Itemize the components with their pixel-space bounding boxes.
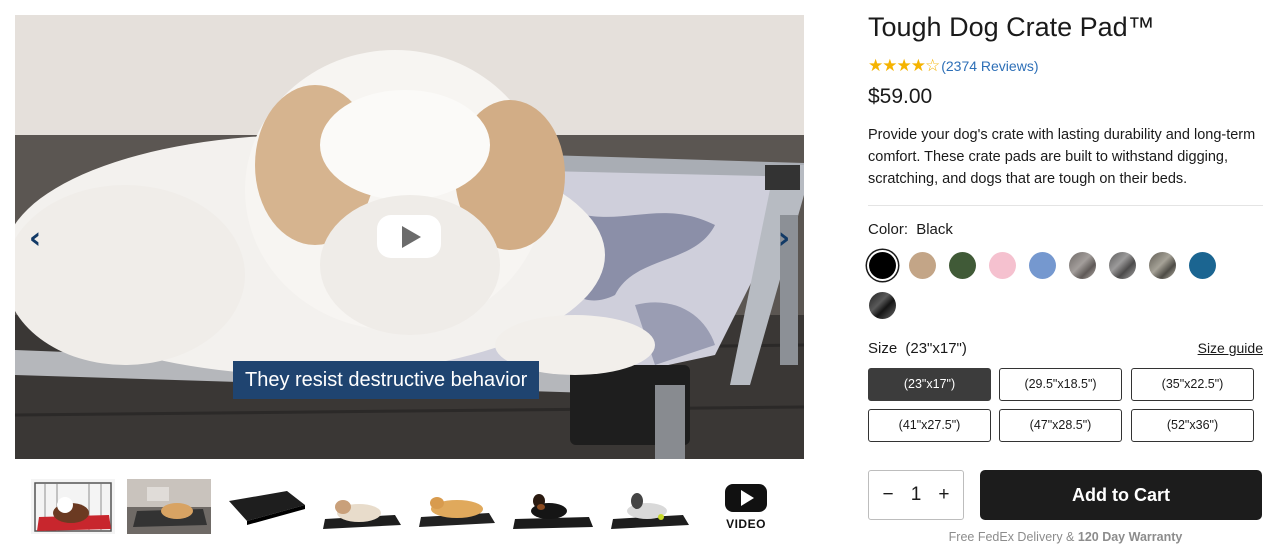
product-price: $59.00 [868,85,933,108]
thumbnail-4[interactable] [319,479,403,534]
quantity-increase-button[interactable]: + [935,484,953,506]
thumb-elevated-bed-image [127,479,211,534]
swatch-gray-camo[interactable] [1069,252,1096,279]
quantity-stepper: − 1 + [868,470,964,520]
video-label: VIDEO [726,517,766,531]
size-selector-label: Size (23"x17") Size guide [868,340,1263,357]
size-option-29-5x18-5[interactable]: (29.5"x18.5") [999,368,1122,401]
swatch-teal[interactable] [1189,252,1216,279]
thumb-black-pad-image [223,479,307,534]
thumbnail-1[interactable] [31,479,115,534]
reviews-link[interactable]: (2374 Reviews) [941,58,1038,74]
quantity-value[interactable]: 1 [911,484,922,506]
add-to-cart-button[interactable]: Add to Cart [980,470,1262,520]
video-play-icon [725,484,767,512]
size-option-52x36[interactable]: (52"x36") [1131,409,1254,442]
play-icon [401,225,421,248]
product-rating: ★★★★☆ (2374 Reviews) [868,56,1038,76]
size-option-47x28-5[interactable]: (47"x28.5") [999,409,1122,442]
thumbnail-5[interactable] [415,479,499,534]
thumb-dalmatian-mix-image [607,479,691,534]
divider [868,205,1263,206]
thumbnail-3[interactable] [223,479,307,534]
size-option-23x17[interactable]: (23"x17") [868,368,991,401]
thumbnail-7[interactable] [607,479,691,534]
color-label: Color: [868,221,909,238]
thumb-bulldog-image [319,479,403,534]
color-swatches [868,250,1263,330]
swatch-pink[interactable] [989,252,1016,279]
star-rating-icon: ★★★★☆ [868,56,940,76]
thumbnail-6[interactable] [511,479,595,534]
swatch-dark-gray-camo[interactable] [1109,252,1136,279]
product-description: Provide your dog's crate with lasting du… [868,127,1256,187]
size-option-35x22-5[interactable]: (35"x22.5") [1131,368,1254,401]
swatch-olive-camo[interactable] [1149,252,1176,279]
selected-size: (23"x17") [905,340,967,357]
next-slide-arrow-icon[interactable]: › [772,224,796,254]
size-option-41x27-5[interactable]: (41"x27.5") [868,409,991,442]
swatch-blue[interactable] [1029,252,1056,279]
video-caption: They resist destructive behavior [233,361,540,399]
thumb-rottweiler-image [511,479,595,534]
thumbnail-strip: VIDEO [15,470,804,540]
swatch-black[interactable] [869,252,896,279]
play-video-button[interactable] [377,215,441,258]
swatch-green[interactable] [949,252,976,279]
product-info-panel: Tough Dog Crate Pad™ ★★★★☆ (2374 Reviews… [868,0,1263,554]
product-title: Tough Dog Crate Pad™ [868,12,1155,42]
thumb-golden-image [415,479,499,534]
swatch-tan[interactable] [909,252,936,279]
delivery-note: Free FedEx Delivery & 120 Day Warranty [868,530,1263,544]
color-selector-label: Color: Black [868,221,953,238]
prev-slide-arrow-icon[interactable]: ‹ [23,224,47,254]
video-thumbnail[interactable]: VIDEO [723,484,769,536]
warranty-text: 120 Day Warranty [1077,530,1183,544]
thumbnail-2[interactable] [127,479,211,534]
selected-color: Black [916,221,953,238]
delivery-prefix: Free FedEx Delivery & [948,530,1078,544]
size-guide-link[interactable]: Size guide [1198,340,1263,356]
size-label: Size [868,340,898,357]
swatch-black-camo[interactable] [869,292,896,319]
quantity-decrease-button[interactable]: − [879,484,897,506]
product-hero-media[interactable]: ‹ › They resist destructive behavior [15,15,804,459]
thumb-crate-red-pad-image [31,479,115,534]
